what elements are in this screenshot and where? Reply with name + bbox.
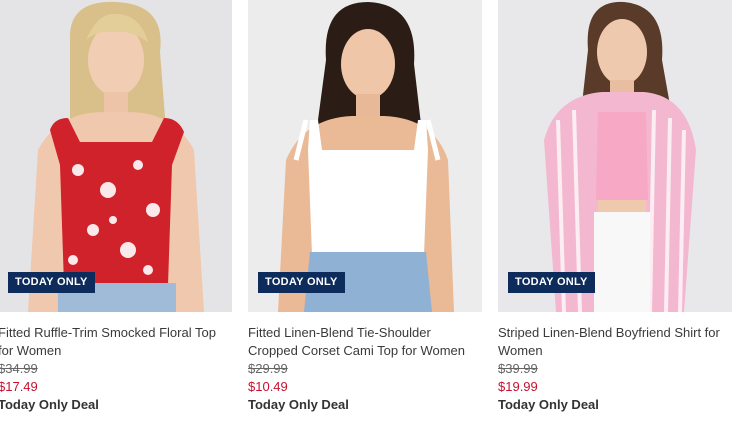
product-card: TODAY ONLY Striped Linen-Blend Boyfriend… xyxy=(498,0,732,414)
sale-price: $19.99 xyxy=(498,379,538,394)
product-photo-illustration xyxy=(498,0,732,312)
today-only-badge: TODAY ONLY xyxy=(508,272,595,293)
product-info: Striped Linen-Blend Boyfriend Shirt for … xyxy=(498,312,732,414)
product-title[interactable]: Striped Linen-Blend Boyfriend Shirt for … xyxy=(498,324,732,360)
product-image[interactable]: TODAY ONLY xyxy=(0,0,232,312)
deal-label: Today Only Deal xyxy=(248,397,349,412)
original-price: $39.99 xyxy=(498,361,538,376)
deal-label: Today Only Deal xyxy=(0,397,99,412)
product-photo-illustration xyxy=(0,0,232,312)
original-price: $29.99 xyxy=(248,361,288,376)
deal-label: Today Only Deal xyxy=(498,397,599,412)
sale-price: $17.49 xyxy=(0,379,38,394)
product-image[interactable]: TODAY ONLY xyxy=(498,0,732,312)
today-only-badge: TODAY ONLY xyxy=(258,272,345,293)
product-grid: TODAY ONLY Fitted Ruffle-Trim Smocked Fl… xyxy=(0,0,740,437)
product-title[interactable]: Fitted Linen-Blend Tie-Shoulder Cropped … xyxy=(248,324,482,360)
product-photo-illustration xyxy=(248,0,482,312)
today-only-badge: TODAY ONLY xyxy=(8,272,95,293)
product-title[interactable]: Fitted Ruffle-Trim Smocked Floral Top fo… xyxy=(0,324,232,360)
product-card: TODAY ONLY Fitted Ruffle-Trim Smocked Fl… xyxy=(0,0,232,414)
sale-price: $10.49 xyxy=(248,379,288,394)
product-image[interactable]: TODAY ONLY xyxy=(248,0,482,312)
product-info: Fitted Linen-Blend Tie-Shoulder Cropped … xyxy=(248,312,482,414)
product-info: Fitted Ruffle-Trim Smocked Floral Top fo… xyxy=(0,312,232,414)
original-price: $34.99 xyxy=(0,361,38,376)
product-card: TODAY ONLY Fitted Linen-Blend Tie-Should… xyxy=(248,0,482,414)
